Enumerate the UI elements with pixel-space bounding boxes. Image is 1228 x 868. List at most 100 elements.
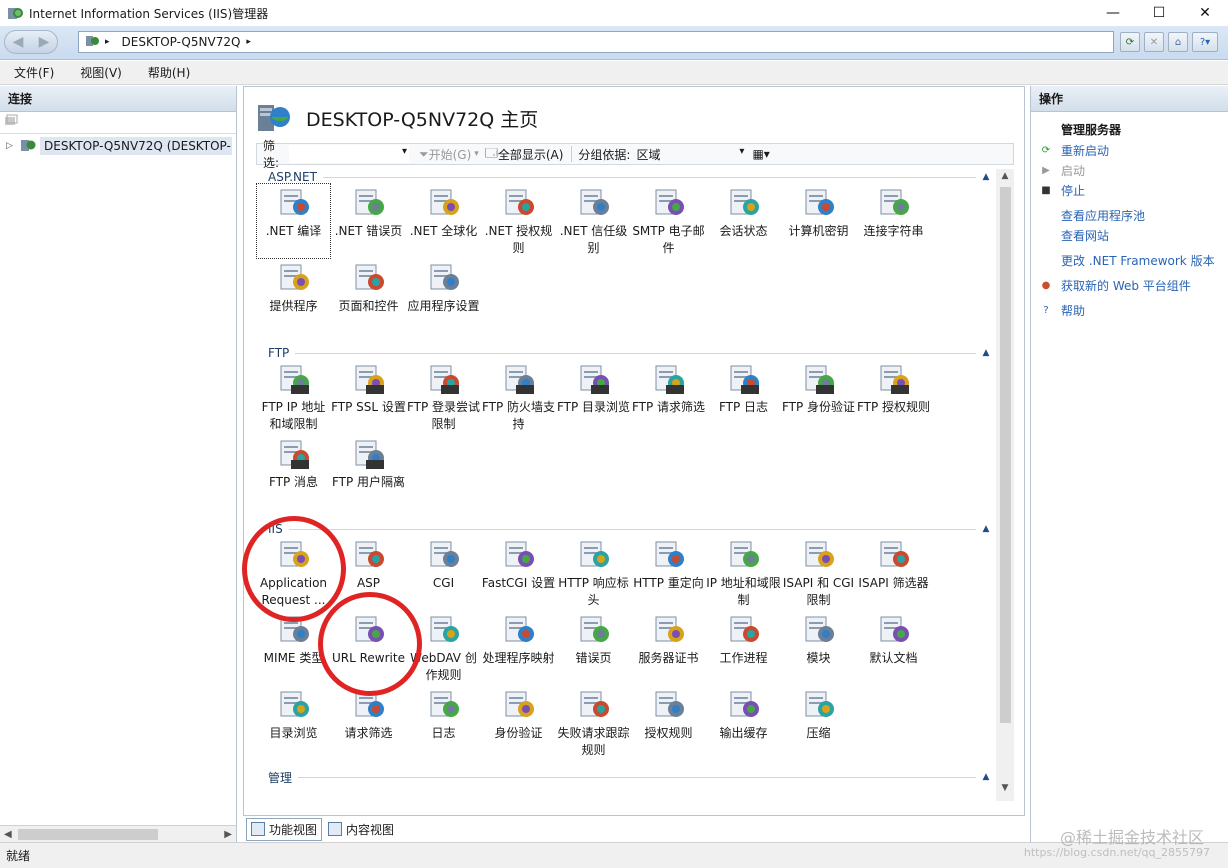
feature-tile[interactable]: 服务器证书	[631, 610, 706, 686]
feature-tile[interactable]: 目录浏览	[256, 685, 331, 761]
help-dropdown-icon[interactable]: ?▾	[1192, 32, 1218, 52]
feature-tile[interactable]: 提供程序	[256, 258, 331, 334]
maximize-button[interactable]: ☐	[1136, 0, 1182, 26]
action-label[interactable]: 更改 .NET Framework 版本	[1061, 252, 1215, 269]
feature-tile[interactable]: .NET 编译	[256, 183, 331, 259]
menu-view[interactable]: 视图(V)	[66, 64, 134, 81]
feature-tile[interactable]: FTP IP 地址和域限制	[256, 359, 331, 435]
filter-input[interactable]	[289, 145, 409, 163]
feature-tile[interactable]: 错误页	[556, 610, 631, 686]
scroll-right-icon[interactable]: ▶	[224, 829, 232, 840]
group-header[interactable]: 管理 ▲	[256, 768, 996, 786]
action-label[interactable]: 停止	[1061, 182, 1085, 199]
feature-tile[interactable]: HTTP 重定向	[631, 535, 706, 611]
action-label[interactable]: 重新启动	[1061, 142, 1109, 159]
feature-tile[interactable]: 处理程序映射	[481, 610, 556, 686]
feature-tile[interactable]: 会话状态	[706, 183, 781, 259]
collapse-chevron-icon[interactable]: ▲	[976, 348, 996, 358]
collapse-chevron-icon[interactable]: ▲	[976, 772, 996, 782]
feature-tile[interactable]: 日志	[406, 685, 481, 761]
close-button[interactable]: ✕	[1182, 0, 1228, 26]
feature-tile[interactable]: FastCGI 设置	[481, 535, 556, 611]
forward-arrow-icon[interactable]: ▶	[39, 34, 50, 50]
action-item[interactable]: 更改 .NET Framework 版本	[1039, 250, 1228, 270]
tab-features-view[interactable]: 功能视图	[246, 817, 323, 841]
address-box[interactable]: ▸ DESKTOP-Q5NV72Q ▸	[78, 31, 1114, 53]
action-item[interactable]: ? 帮助	[1039, 300, 1228, 320]
feature-tile[interactable]: ISAPI 筛选器	[856, 535, 931, 611]
tree-node-label[interactable]: DESKTOP-Q5NV72Q (DESKTOP-Q5NV72Q\Adminis…	[40, 137, 232, 155]
collapse-chevron-icon[interactable]: ▲	[976, 172, 996, 182]
connect-icon[interactable]	[4, 114, 20, 131]
scroll-down-icon[interactable]: ▼	[996, 783, 1014, 799]
feature-tile[interactable]: 工作进程	[706, 610, 781, 686]
feature-tile[interactable]: HTTP 响应标头	[556, 535, 631, 611]
feature-tile[interactable]: 默认文档	[856, 610, 931, 686]
feature-tile[interactable]: 模块	[781, 610, 856, 686]
feature-tile[interactable]: 压缩	[781, 685, 856, 761]
tab-content-view[interactable]: 内容视图	[324, 819, 398, 840]
vertical-scrollbar[interactable]: ▲ ▼	[996, 169, 1014, 801]
collapse-chevron-icon[interactable]: ▲	[976, 524, 996, 534]
breadcrumb-server[interactable]: DESKTOP-Q5NV72Q	[122, 35, 241, 49]
feature-tile[interactable]: 身份验证	[481, 685, 556, 761]
feature-tile[interactable]: 请求筛选	[331, 685, 406, 761]
feature-tile[interactable]: WebDAV 创作规则	[406, 610, 481, 686]
feature-tile[interactable]: 授权规则	[631, 685, 706, 761]
feature-tile[interactable]: FTP 授权规则	[856, 359, 931, 435]
feature-tile[interactable]: 应用程序设置	[406, 258, 481, 334]
feature-tile[interactable]: FTP 请求筛选	[631, 359, 706, 435]
action-label[interactable]: 查看应用程序池	[1061, 207, 1145, 224]
feature-tile[interactable]: FTP 消息	[256, 434, 331, 510]
feature-tile[interactable]: ASP	[331, 535, 406, 611]
scroll-left-icon[interactable]: ◀	[4, 829, 12, 840]
refresh-icon[interactable]: ⟳	[1120, 32, 1140, 52]
menu-help[interactable]: 帮助(H)	[134, 64, 202, 81]
action-item[interactable]: ■ 停止	[1039, 180, 1228, 200]
feature-tile[interactable]: 连接字符串	[856, 183, 931, 259]
action-label[interactable]: 获取新的 Web 平台组件	[1061, 277, 1191, 294]
feature-tile[interactable]: 输出缓存	[706, 685, 781, 761]
feature-tile[interactable]: .NET 错误页	[331, 183, 406, 259]
feature-tile[interactable]: 页面和控件	[331, 258, 406, 334]
start-filter-button[interactable]: ⏷ 开始(G) ▾	[419, 146, 479, 163]
minimize-button[interactable]: —	[1090, 0, 1136, 26]
tree-node-server[interactable]: ▷ DESKTOP-Q5NV72Q (DESKTOP-Q5NV72Q\Admin…	[0, 136, 236, 156]
action-label[interactable]: 查看网站	[1061, 227, 1109, 244]
feature-tile[interactable]: IP 地址和域限制	[706, 535, 781, 611]
vertical-scroll-thumb[interactable]	[1000, 187, 1011, 723]
feature-tile[interactable]: 计算机密钥	[781, 183, 856, 259]
show-all-button[interactable]: 🗔 全部显示(A)	[485, 144, 564, 165]
view-mode-button[interactable]: ▦▾	[752, 147, 769, 161]
home-icon[interactable]: ⌂	[1168, 32, 1188, 52]
scroll-thumb[interactable]	[18, 829, 158, 840]
feature-tile[interactable]: FTP 目录浏览	[556, 359, 631, 435]
feature-tile[interactable]: .NET 信任级别	[556, 183, 631, 259]
feature-tile[interactable]: FTP SSL 设置	[331, 359, 406, 435]
feature-tile[interactable]: MIME 类型	[256, 610, 331, 686]
scroll-up-icon[interactable]: ▲	[996, 171, 1014, 187]
action-item[interactable]: ● 获取新的 Web 平台组件	[1039, 275, 1228, 295]
stop-nav-icon[interactable]: ✕	[1144, 32, 1164, 52]
menu-file[interactable]: 文件(F)	[0, 64, 66, 81]
feature-tile[interactable]: SMTP 电子邮件	[631, 183, 706, 259]
action-label[interactable]: 帮助	[1061, 302, 1085, 319]
feature-tile[interactable]: FTP 身份验证	[781, 359, 856, 435]
expand-chevron-icon[interactable]: ▷	[6, 141, 20, 151]
action-item[interactable]: 查看应用程序池	[1039, 205, 1228, 225]
feature-tile[interactable]: FTP 用户隔离	[331, 434, 406, 510]
feature-tile[interactable]: URL Rewrite	[331, 610, 406, 686]
action-item[interactable]: ⟳ 重新启动	[1039, 140, 1228, 160]
feature-tile[interactable]: FTP 登录尝试限制	[406, 359, 481, 435]
feature-tile[interactable]: FTP 日志	[706, 359, 781, 435]
feature-tile[interactable]: .NET 全球化	[406, 183, 481, 259]
feature-tile[interactable]: ISAPI 和 CGI 限制	[781, 535, 856, 611]
feature-tile[interactable]: .NET 授权规则	[481, 183, 556, 259]
breadcrumb-separator-end[interactable]: ▸	[246, 37, 251, 47]
action-item[interactable]: 查看网站	[1039, 225, 1228, 245]
feature-tile[interactable]: Application Request ...	[256, 535, 331, 611]
group-by-select[interactable]: 区域	[636, 146, 746, 163]
feature-tile[interactable]: FTP 防火墙支持	[481, 359, 556, 435]
feature-tile[interactable]: CGI	[406, 535, 481, 611]
back-arrow-icon[interactable]: ◀	[13, 34, 24, 50]
